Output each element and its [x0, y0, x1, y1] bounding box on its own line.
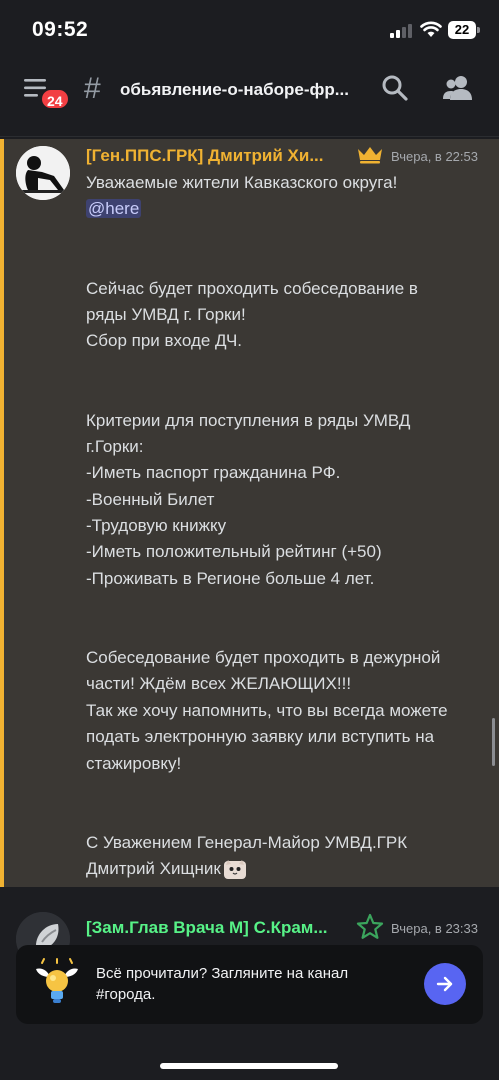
wifi-icon	[420, 20, 442, 38]
here-mention[interactable]: @here	[86, 199, 142, 219]
search-button[interactable]	[380, 73, 410, 103]
user-avatar[interactable]	[16, 146, 70, 200]
message-line: Сбор при входе ДЧ.	[86, 331, 243, 351]
message-line	[86, 803, 488, 829]
status-bar: 09:52 22	[0, 0, 499, 60]
members-button[interactable]	[442, 73, 474, 103]
hash-icon: #	[84, 72, 101, 105]
home-indicator[interactable]	[160, 1063, 338, 1069]
message-line	[86, 223, 488, 249]
members-icon	[443, 76, 472, 100]
message-author[interactable]: [Зам.Глав Врача М] С.Крам...	[86, 918, 348, 938]
battery-icon: 22	[448, 21, 480, 39]
message-content: Уважаемые жители Кавказского округа! @he…	[86, 170, 488, 883]
message-line: -Иметь паспорт гражданина РФ.	[86, 463, 341, 483]
message-line	[86, 249, 488, 275]
channel-name[interactable]: обьявление-о-наборе-фр...	[120, 80, 360, 100]
notice-line: Всё прочитали? Загляните на канал	[96, 965, 349, 982]
message-line: стажировку!	[86, 753, 182, 773]
message-line: -Проживать в Регионе больше 4 лет.	[86, 568, 375, 588]
message-line	[86, 777, 488, 803]
channel-header: 24 # обьявление-о-наборе-фр...	[0, 60, 499, 120]
message-line	[86, 619, 488, 645]
cellular-signal-icon	[390, 22, 414, 38]
message-line: г.Горки:	[86, 436, 144, 456]
discord-screen: 09:52 22 24 # обьявление-о-наборе-фр... …	[0, 0, 499, 1080]
message-line: -Военный Билет	[86, 489, 215, 509]
message-line: подать электронную заявку или вступить н…	[86, 727, 435, 747]
message-line: Дмитрий Хищник	[86, 859, 221, 879]
search-icon	[382, 75, 408, 101]
status-time: 09:52	[32, 18, 89, 41]
message-line: -Трудовую книжку	[86, 516, 227, 536]
notice-channel-link[interactable]: #города.	[96, 984, 386, 1005]
crown-icon	[358, 147, 382, 164]
message-timestamp: Вчера, в 23:33	[391, 921, 478, 936]
battery-level: 22	[448, 21, 476, 39]
lightbulb-icon	[36, 958, 78, 1003]
message-line: части! Ждём всех ЖЕЛАЮЩИХ!!!	[86, 674, 352, 694]
menu-button[interactable]: 24	[20, 74, 70, 112]
read-all-notice[interactable]: Всё прочитали? Загляните на канал #город…	[16, 945, 483, 1024]
scrollbar-thumb[interactable]	[492, 718, 495, 766]
unread-badge: 24	[40, 88, 70, 110]
message-line: Собеседование будет проходить в дежурной	[86, 648, 441, 668]
message-line: Критерии для поступления в ряды УМВД	[86, 410, 411, 430]
message-author[interactable]: [Ген.ППС.ГРК] Дмитрий Хи...	[86, 146, 348, 166]
arrow-right-icon	[436, 976, 453, 992]
star-icon	[356, 913, 384, 939]
message-timestamp: Вчера, в 22:53	[391, 149, 478, 164]
message-line: ряды УМВД г. Горки!	[86, 304, 246, 324]
message-line	[86, 592, 488, 618]
message-line: Уважаемые жители Кавказского округа!	[86, 173, 398, 192]
message-line	[86, 355, 488, 381]
message-line: Так же хочу напомнить, что вы всегда мож…	[86, 700, 448, 720]
message-line: -Иметь положительный рейтинг (+50)	[86, 542, 382, 562]
header-divider	[0, 136, 499, 137]
go-to-channel-button[interactable]	[424, 963, 466, 1005]
message-line: Сейчас будет проходить собеседование в	[86, 278, 418, 298]
notice-text: Всё прочитали? Загляните на канал #город…	[96, 963, 386, 1005]
message-line	[86, 381, 488, 407]
message-line: С Уважением Генерал-Майор УМВД.ГРК	[86, 832, 408, 852]
cat-emoji-icon	[223, 859, 246, 879]
